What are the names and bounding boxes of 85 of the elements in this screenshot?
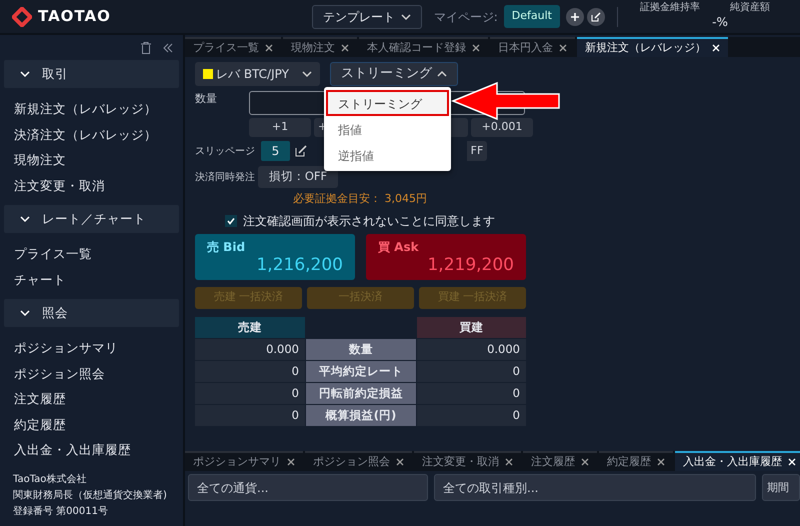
stat-value: -% xyxy=(712,14,728,31)
increment-button[interactable]: +0.001 xyxy=(471,118,533,137)
mypage-label: マイページ: xyxy=(434,8,498,26)
dropdown-option[interactable]: 指値 xyxy=(326,116,449,142)
confirm-checkbox[interactable] xyxy=(225,214,237,226)
close-icon[interactable] xyxy=(505,458,513,466)
close-icon[interactable] xyxy=(472,44,480,52)
edit-icon[interactable] xyxy=(295,145,307,157)
trash-icon[interactable] xyxy=(141,42,151,54)
sidebar-item[interactable]: チャート xyxy=(0,266,183,292)
close-icon[interactable] xyxy=(287,458,295,466)
order-type-dropdown[interactable]: ストリーミング xyxy=(330,62,458,86)
close-icon[interactable] xyxy=(657,458,665,466)
slippage-label: スリッページ xyxy=(195,144,256,158)
edit-button[interactable] xyxy=(587,8,605,26)
dropdown-option[interactable]: ストリーミング xyxy=(326,90,449,116)
sidebar-item[interactable]: 決済注文（レバレッジ） xyxy=(0,122,183,147)
column-header: 買建 xyxy=(417,316,526,338)
close-icon[interactable] xyxy=(265,44,273,52)
margin-estimate: 必要証拠金目安： 3,045円 xyxy=(292,191,428,207)
check-icon xyxy=(227,216,235,224)
sidebar-item[interactable]: 約定履歴 xyxy=(0,412,183,437)
sidebar-item[interactable]: 注文変更・取消 xyxy=(0,172,183,198)
row-header: 概算損益(円) xyxy=(306,404,416,426)
table-cell: 0 xyxy=(417,360,526,382)
section-header[interactable]: 照会 xyxy=(4,299,179,327)
caret-icon xyxy=(302,70,312,78)
logo-icon xyxy=(12,6,32,26)
stop-loss-button[interactable]: 損切：OFF xyxy=(258,166,338,188)
section-header[interactable]: レート／チャート xyxy=(4,205,179,233)
table-cell: 0 xyxy=(195,360,305,382)
tab[interactable]: 新規注文（レバレッジ） xyxy=(577,37,728,57)
section-header[interactable]: 取引 xyxy=(4,60,179,88)
slippage-value: 5 xyxy=(261,141,290,161)
sidebar-item[interactable]: ポジションサマリ xyxy=(0,335,183,360)
logo-text: TAOTAO xyxy=(38,6,111,28)
confirm-label: 注文確認画面が表示されないことに同意します xyxy=(243,212,495,230)
plus-icon xyxy=(570,12,580,22)
table-cell: 0.000 xyxy=(417,338,526,360)
table-cell: 0.000 xyxy=(195,338,305,360)
close-icon[interactable] xyxy=(341,44,349,52)
row-header: 平均約定レート xyxy=(306,360,416,382)
table-cell: 0 xyxy=(417,404,526,426)
filter-field[interactable]: 全ての取引種別... xyxy=(434,474,756,501)
close-icon[interactable] xyxy=(581,458,589,466)
collapse-icon[interactable] xyxy=(163,43,173,53)
chevron-down-icon xyxy=(20,309,30,317)
buy-ask-button[interactable]: 買 Ask 1,219,200 xyxy=(366,234,526,280)
mypage-button[interactable]: Default xyxy=(504,5,560,28)
close-icon[interactable] xyxy=(396,458,404,466)
stat-label: 証拠金維持率 xyxy=(640,2,700,13)
table-cell: 0 xyxy=(195,404,305,426)
sidebar-item[interactable]: 注文履歴 xyxy=(0,386,183,412)
table-cell: 0 xyxy=(417,382,526,404)
sell-bid-button[interactable]: 売 Bid 1,216,200 xyxy=(195,234,355,280)
chevron-down-icon xyxy=(20,215,30,223)
company-info: TaoTao株式会社 xyxy=(13,472,88,487)
sidebar-item[interactable]: 新規注文（レバレッジ） xyxy=(0,96,183,122)
column-header: 売建 xyxy=(195,316,305,338)
sidebar-item[interactable]: 現物注文 xyxy=(0,147,183,172)
chevron-up-icon xyxy=(437,70,447,78)
sidebar-item[interactable]: プライス一覧 xyxy=(0,241,183,266)
filter-field[interactable]: 全ての通貨... xyxy=(188,474,428,501)
sidebar-item[interactable]: ポジション照会 xyxy=(0,360,183,386)
increment-button[interactable]: +1 xyxy=(249,118,311,137)
template-dropdown[interactable]: テンプレート xyxy=(312,4,422,28)
quantity-label: 数量 xyxy=(195,91,218,107)
settle-label: 決済同時発注 xyxy=(195,170,256,184)
stop-toggle-button[interactable]: FF xyxy=(467,141,487,161)
company-info: 関東財務局長（仮想通貨交換業者) xyxy=(13,488,168,503)
row-header: 円転前約定損益 xyxy=(306,382,416,404)
currency-pair-dropdown[interactable]: レバ BTC/JPY xyxy=(195,62,320,86)
edit-icon xyxy=(591,12,601,22)
row-header: 数量 xyxy=(306,338,416,360)
sidebar-item[interactable]: 入出金・入出庫履歴 xyxy=(0,437,183,462)
chevron-down-icon xyxy=(20,70,30,78)
filter-field[interactable]: 期間 xyxy=(762,474,800,501)
tab[interactable]: 入出金・入出庫履歴 xyxy=(675,451,800,471)
close-icon[interactable] xyxy=(559,44,567,52)
dropdown-option[interactable]: 逆指値 xyxy=(326,142,449,168)
caret-icon xyxy=(400,12,411,20)
company-info: 登録番号 第00011号 xyxy=(13,504,109,519)
add-button[interactable] xyxy=(566,8,584,26)
table-cell: 0 xyxy=(195,382,305,404)
stat-label: 純資産額 xyxy=(730,2,770,13)
